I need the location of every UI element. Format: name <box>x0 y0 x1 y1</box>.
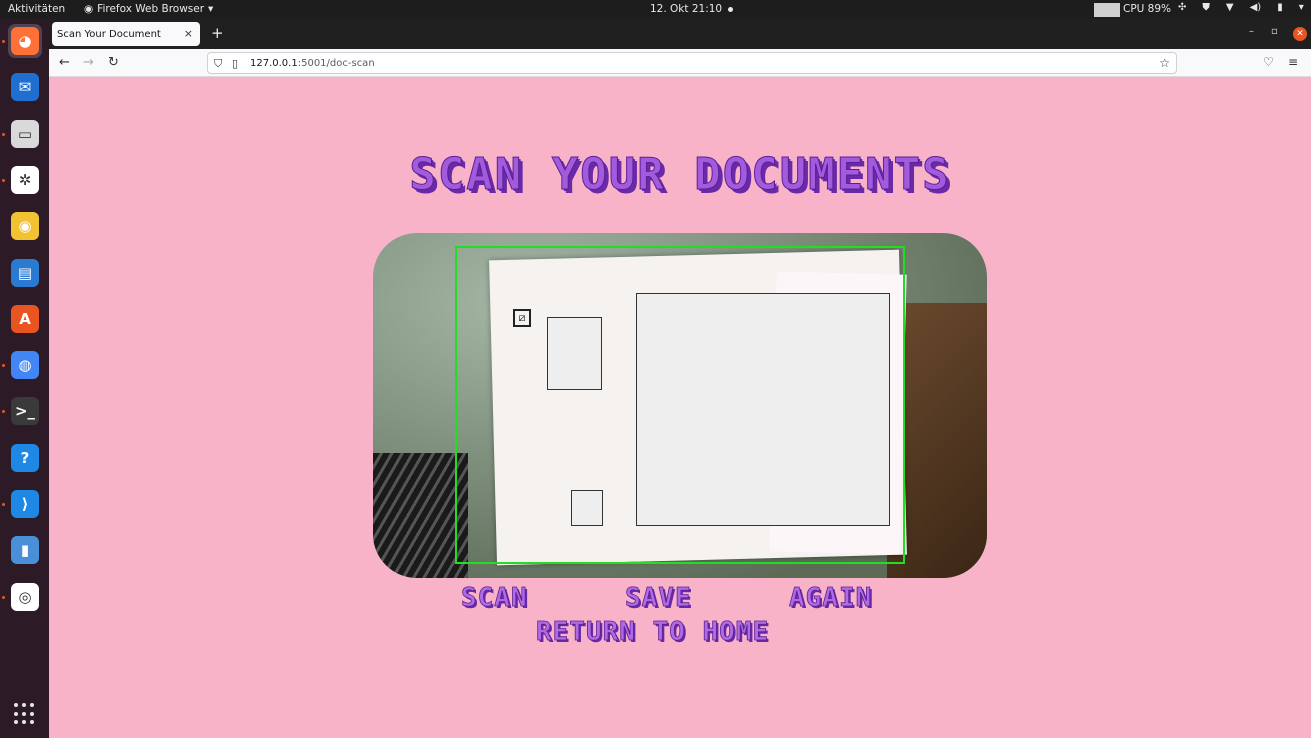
grid-dot <box>14 720 18 725</box>
running-indicator <box>2 595 5 599</box>
ruler-icon-glyph: ▮ <box>11 536 39 565</box>
new-tab-button[interactable]: + <box>211 24 224 42</box>
firefox-small-icon: ◉ <box>84 3 94 15</box>
navigation-bar: ← → ↻ ⛉ ▯ 127.0.0.1:5001/doc-scan ☆ ♡ ≡ <box>49 49 1311 77</box>
tab-bar: Scan Your Document × + – ▫ ✕ <box>49 19 1311 49</box>
chrome-icon[interactable]: ◍ <box>8 348 42 382</box>
url-text: 127.0.0.1:5001/doc-scan <box>250 58 375 69</box>
tab-title: Scan Your Document <box>57 29 161 40</box>
slack-icon-glyph: ✲ <box>11 165 39 194</box>
files-icon[interactable]: ▭ <box>8 117 42 151</box>
grid-dot <box>30 703 34 707</box>
grid-dot <box>14 703 18 707</box>
help-icon[interactable]: ? <box>8 441 42 475</box>
app-menu[interactable]: ◉ Firefox Web Browser ▾ <box>84 3 213 15</box>
grid-dot <box>14 711 18 716</box>
reload-icon[interactable]: ↻ <box>108 55 119 70</box>
grid-dot <box>30 720 34 725</box>
save-button[interactable]: Save <box>625 583 692 614</box>
app-menu-label: Firefox Web Browser <box>97 3 205 15</box>
software-center-icon[interactable]: A <box>8 302 42 336</box>
activities-button[interactable]: Aktivitäten <box>8 3 65 15</box>
firefox-icon-glyph: ◕ <box>11 27 39 55</box>
battery-icon[interactable]: ▮ <box>1277 2 1283 13</box>
running-indicator <box>2 178 5 182</box>
restore-icon[interactable]: ▫ <box>1271 26 1278 37</box>
running-indicator <box>2 132 5 136</box>
cpu-indicator[interactable]: CPU 89% <box>1123 3 1171 15</box>
ruler-icon[interactable]: ▮ <box>8 533 42 567</box>
running-indicator <box>2 410 5 414</box>
page: Scan Your Documents ⧄ Scan Save Again Re… <box>49 77 1311 738</box>
settings-icon[interactable]: ✣ <box>1178 2 1186 13</box>
close-tab-icon[interactable]: × <box>184 27 193 40</box>
thunderbird-icon-glyph: ✉ <box>11 73 39 102</box>
pocket-icon[interactable]: ♡ <box>1263 55 1274 69</box>
bookmark-star-icon[interactable]: ☆ <box>1159 56 1170 70</box>
show-applications-icon[interactable] <box>14 703 36 725</box>
page-title: Scan Your Documents <box>409 149 951 201</box>
system-tray[interactable]: ✣ ⛊ ▼ ◀) ▮ ▾ <box>1178 2 1304 13</box>
rhythmbox-icon[interactable]: ◉ <box>8 209 42 243</box>
camera-preview: ⧄ <box>373 233 987 578</box>
vscode-icon-glyph: ⟩ <box>11 490 39 518</box>
action-buttons: Scan Save Again Return to Home <box>49 583 1311 648</box>
webcam-icon[interactable]: ◎ <box>8 580 42 614</box>
tab-active[interactable]: Scan Your Document × <box>52 22 200 46</box>
thunderbird-icon[interactable]: ✉ <box>8 70 42 104</box>
volume-icon[interactable]: ◀) <box>1250 2 1262 13</box>
shield-icon[interactable]: ⛊ <box>1202 2 1210 13</box>
grid-dot <box>30 711 34 716</box>
webcam-icon-glyph: ◎ <box>11 582 39 611</box>
chevron-down-icon: ▾ <box>208 3 214 15</box>
running-indicator <box>2 364 5 368</box>
grid-dot <box>22 703 26 707</box>
slack-icon[interactable]: ✲ <box>8 163 42 197</box>
terminal-icon-glyph: >_ <box>11 397 39 426</box>
running-indicator <box>2 40 5 43</box>
dock: ◕ ✉ ▭ ✲ ◉ ▤ A ◍ >_? ⟩ ▮ ◎ <box>0 19 49 738</box>
back-icon[interactable]: ← <box>59 55 70 70</box>
clock[interactable]: 12. Okt 21:10 <box>650 3 734 15</box>
firefox-icon[interactable]: ◕ <box>8 24 42 58</box>
libreoffice-writer-icon-glyph: ▤ <box>11 258 39 287</box>
hamburger-menu-icon[interactable]: ≡ <box>1288 55 1298 69</box>
notebook-image <box>373 453 468 578</box>
clock-label: 12. Okt 21:10 <box>650 3 723 15</box>
wifi-icon[interactable]: ▼ <box>1226 2 1234 13</box>
libreoffice-writer-icon[interactable]: ▤ <box>8 256 42 290</box>
return-home-button[interactable]: Return to Home <box>536 617 769 648</box>
software-center-icon-glyph: A <box>11 304 39 333</box>
scan-button[interactable]: Scan <box>461 583 528 614</box>
system-top-bar: Aktivitäten ◉ Firefox Web Browser ▾ 12. … <box>0 0 1311 19</box>
notification-dot-icon <box>728 6 734 12</box>
forward-icon[interactable]: → <box>83 55 94 70</box>
again-button[interactable]: Again <box>789 583 872 614</box>
help-icon-glyph: ? <box>11 443 39 472</box>
cpu-graph <box>1094 3 1120 17</box>
page-icon[interactable]: ▯ <box>232 57 238 70</box>
grid-dot <box>22 720 26 725</box>
chrome-icon-glyph: ◍ <box>11 351 39 380</box>
minimize-icon[interactable]: – <box>1249 26 1254 37</box>
url-bar[interactable]: ⛉ ▯ 127.0.0.1:5001/doc-scan ☆ <box>207 52 1177 74</box>
running-indicator <box>2 503 5 506</box>
url-path: :5001/doc-scan <box>297 58 375 69</box>
tracking-shield-icon[interactable]: ⛉ <box>214 57 222 71</box>
document-detection-frame <box>455 246 905 564</box>
vscode-icon[interactable]: ⟩ <box>8 487 42 521</box>
grid-dot <box>22 711 26 716</box>
terminal-icon[interactable]: >_ <box>8 394 42 428</box>
close-window-icon[interactable]: ✕ <box>1293 27 1307 41</box>
files-icon-glyph: ▭ <box>11 119 39 148</box>
chevron-down-icon[interactable]: ▾ <box>1299 2 1304 13</box>
rhythmbox-icon-glyph: ◉ <box>11 212 39 241</box>
url-host: 127.0.0.1 <box>250 58 298 69</box>
